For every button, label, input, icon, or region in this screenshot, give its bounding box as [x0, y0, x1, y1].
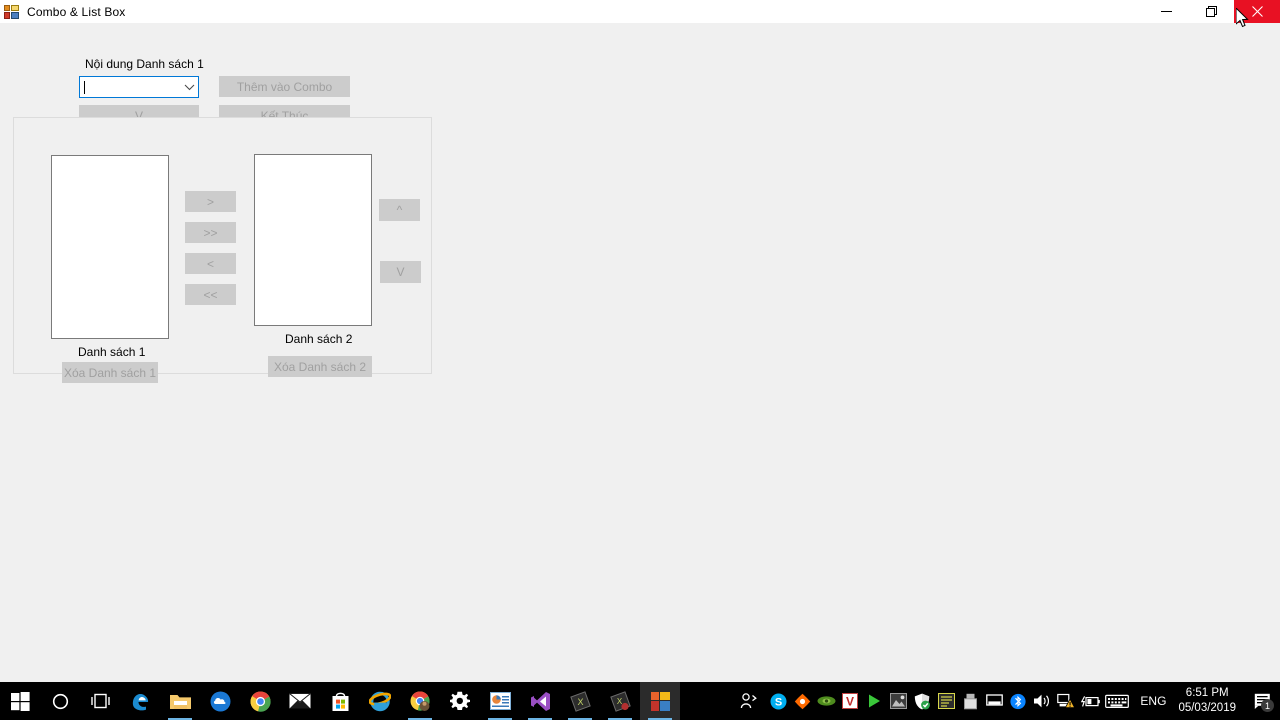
task-view-button[interactable]: [80, 682, 120, 720]
taskbar: X X S V ENG 6:51 PM 05/03/2019 1: [0, 682, 1280, 720]
ie-icon: [369, 691, 391, 712]
task-view-icon: [90, 693, 110, 709]
nvidia-icon[interactable]: [814, 682, 838, 720]
play-icon[interactable]: [862, 682, 886, 720]
powerpoint-app[interactable]: [480, 682, 520, 720]
list-2-label: Danh sách 2: [285, 332, 353, 346]
combo-list-box-app[interactable]: [640, 682, 680, 720]
move-left-all-button[interactable]: <<: [185, 284, 236, 305]
internet-explorer[interactable]: [360, 682, 400, 720]
chrome-profile-app[interactable]: [400, 682, 440, 720]
network-warning-icon[interactable]: [1054, 682, 1078, 720]
move-right-button[interactable]: >: [185, 191, 236, 212]
list-1-label: Danh sách 1: [78, 345, 146, 359]
visual-studio-icon: [530, 691, 550, 711]
action-center-button[interactable]: 1: [1246, 682, 1280, 720]
combo-input[interactable]: [79, 76, 199, 98]
clear-list-2-button[interactable]: Xóa Danh sách 2: [268, 356, 372, 377]
svg-text:X: X: [577, 697, 583, 707]
clock-time: 6:51 PM: [1185, 687, 1229, 699]
folder-icon: [169, 694, 191, 709]
move-right-all-button[interactable]: >>: [185, 222, 236, 243]
windows-logo-icon: [10, 691, 30, 711]
move-left-button[interactable]: <: [185, 253, 236, 274]
chrome-icon: [250, 691, 271, 712]
microsoft-edge[interactable]: [120, 682, 160, 720]
add-to-combo-button[interactable]: Thêm vào Combo: [219, 76, 350, 97]
onedrive[interactable]: [200, 682, 240, 720]
presentation-icon: [489, 692, 511, 710]
system-tray: S V ENG 6:51 PM 05/03/2019 1: [732, 682, 1280, 720]
combo-label: Nội dung Danh sách 1: [85, 57, 204, 71]
minimize-button[interactable]: [1144, 0, 1189, 23]
battery-icon[interactable]: [1078, 682, 1102, 720]
cortana-search[interactable]: [40, 682, 80, 720]
settings-app[interactable]: [440, 682, 480, 720]
app-dark-2[interactable]: X: [600, 682, 640, 720]
clock[interactable]: 6:51 PM 05/03/2019: [1174, 682, 1246, 720]
list-box-2[interactable]: [254, 154, 372, 326]
file-explorer[interactable]: [160, 682, 200, 720]
svg-text:V: V: [846, 694, 854, 708]
gear-icon: [450, 691, 470, 710]
text-caret: [84, 80, 85, 94]
diamond-icon: X: [609, 690, 631, 712]
picture-icon[interactable]: [886, 682, 910, 720]
diamond-icon: X: [569, 690, 591, 712]
chevron-down-icon[interactable]: [181, 77, 198, 97]
edge-icon: [132, 694, 149, 711]
usb-icon[interactable]: [958, 682, 982, 720]
chrome-icon: [410, 691, 430, 711]
circle-icon: [52, 693, 68, 709]
google-chrome[interactable]: [240, 682, 280, 720]
application-window: Combo & List Box Nội dung Danh sách 1 V …: [0, 0, 1280, 682]
bluetooth-icon[interactable]: [1006, 682, 1030, 720]
envelope-icon: [289, 693, 311, 709]
move-down-button[interactable]: V: [380, 261, 421, 283]
window-controls: [1144, 0, 1280, 23]
clock-date: 05/03/2019: [1178, 702, 1236, 714]
avast-icon[interactable]: [790, 682, 814, 720]
notification-count: 1: [1261, 699, 1274, 712]
winforms-app-icon: [4, 4, 20, 20]
speaker-icon[interactable]: [1030, 682, 1054, 720]
close-button[interactable]: [1234, 0, 1280, 23]
shield-check-icon[interactable]: [910, 682, 934, 720]
winforms-app-icon: [650, 691, 670, 711]
people-icon[interactable]: [732, 682, 766, 720]
minimize-icon: [1161, 11, 1172, 12]
clear-list-1-button[interactable]: Xóa Danh sách 1: [62, 362, 158, 383]
maximize-icon: [1206, 6, 1217, 17]
store-bag-icon: [332, 692, 348, 711]
cloud-icon: [210, 691, 230, 711]
mail-app[interactable]: [280, 682, 320, 720]
svg-text:S: S: [775, 696, 782, 708]
keyboard-icon[interactable]: [1102, 682, 1132, 720]
language-indicator[interactable]: ENG: [1132, 682, 1174, 720]
move-up-button[interactable]: ^: [379, 199, 420, 221]
close-icon: [1251, 6, 1263, 17]
visual-studio-app[interactable]: [520, 682, 560, 720]
start-button[interactable]: [0, 682, 40, 720]
v-letter-icon[interactable]: V: [838, 682, 862, 720]
skype-icon[interactable]: S: [766, 682, 790, 720]
monitor-icon[interactable]: [982, 682, 1006, 720]
app-dark-1[interactable]: X: [560, 682, 600, 720]
title-bar[interactable]: Combo & List Box: [0, 0, 1280, 23]
window-title: Combo & List Box: [27, 4, 126, 19]
note-icon[interactable]: [934, 682, 958, 720]
form-client-area: Nội dung Danh sách 1 V Thêm vào Combo Kế…: [0, 23, 1280, 682]
maximize-button[interactable]: [1189, 0, 1234, 23]
list-box-1[interactable]: [51, 155, 169, 339]
microsoft-store[interactable]: [320, 682, 360, 720]
